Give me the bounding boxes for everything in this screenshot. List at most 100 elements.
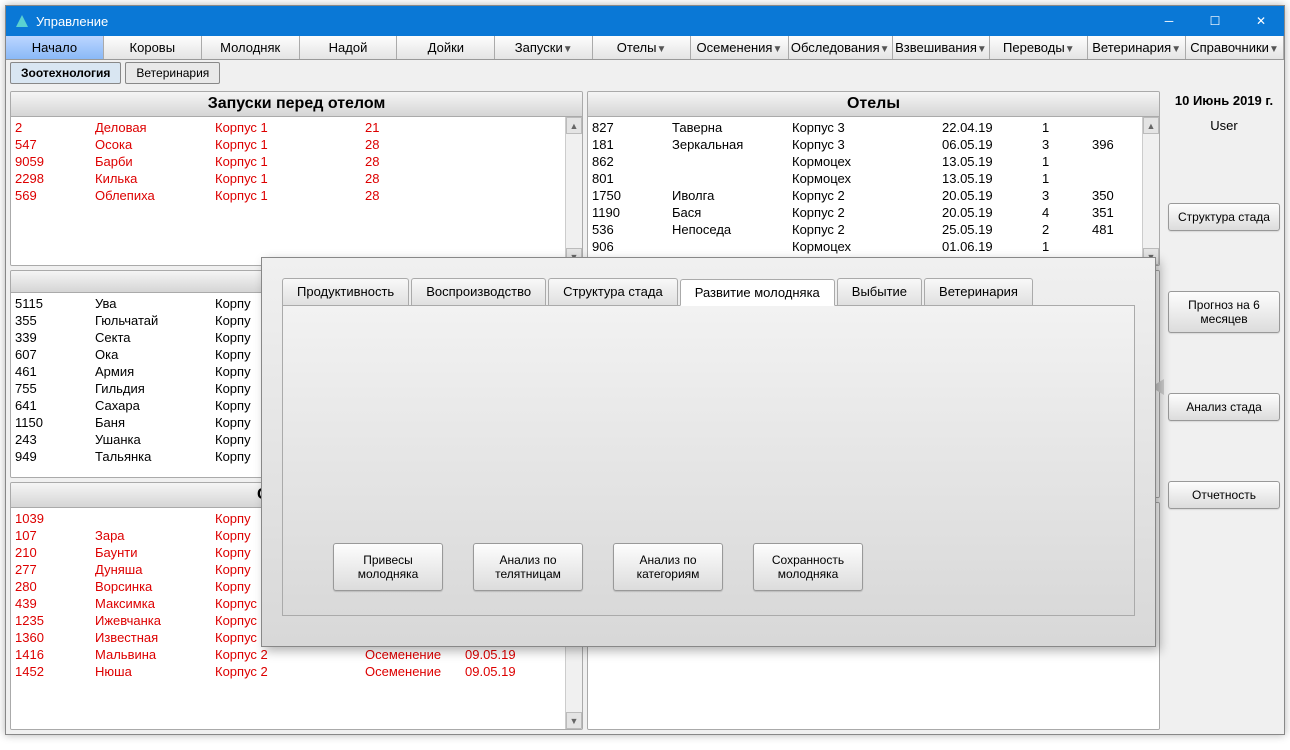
table-row[interactable]: 2298КилькаКорпус 128 <box>15 170 578 187</box>
menu-item-5[interactable]: Запуски▼ <box>495 36 593 59</box>
modal-tab-2[interactable]: Структура стада <box>548 278 678 305</box>
sub-tabs: ЗоотехнологияВетеринария <box>6 60 1284 87</box>
menu-item-0[interactable]: Начало <box>6 36 104 59</box>
cell: Ушанка <box>95 431 215 448</box>
table-row[interactable]: 569ОблепихаКорпус 128 <box>15 187 578 204</box>
cell: Дуняша <box>95 561 215 578</box>
menu-item-10[interactable]: Переводы▼ <box>990 36 1088 59</box>
sidebar-btn-1[interactable]: Прогноз на 6 месяцев <box>1168 291 1280 333</box>
scroll-up-icon[interactable]: ▲ <box>566 117 582 134</box>
cell: 2 <box>15 119 95 136</box>
maximize-button[interactable]: ☐ <box>1192 6 1238 36</box>
menu-item-12[interactable]: Справочники▼ <box>1186 36 1284 59</box>
modal-btn-3[interactable]: Сохранность молодняка <box>753 543 863 591</box>
cell: 22.04.19 <box>942 119 1042 136</box>
dropdown-arrow-icon: ▼ <box>563 44 573 55</box>
table-row[interactable]: 862Кормоцех13.05.191 <box>592 153 1155 170</box>
table-row[interactable]: 1750ИволгаКорпус 220.05.193350 <box>592 187 1155 204</box>
cell: Бася <box>672 204 792 221</box>
table-row[interactable]: 1452НюшаКорпус 2Осеменение09.05.19 <box>15 663 578 680</box>
modal-tab-4[interactable]: Выбытие <box>837 278 922 305</box>
menu-item-3[interactable]: Надой <box>300 36 398 59</box>
cell: Иволга <box>672 187 792 204</box>
content-area: Запуски перед отелом 2ДеловаяКорпус 1215… <box>6 87 1284 734</box>
cell: Барби <box>95 153 215 170</box>
cell: Деловая <box>95 119 215 136</box>
cell: 5115 <box>15 295 95 312</box>
scrollbar[interactable]: ▲ ▼ <box>565 117 582 265</box>
cell: 28 <box>365 187 465 204</box>
cell: 949 <box>15 448 95 465</box>
modal-btn-1[interactable]: Анализ по телятницам <box>473 543 583 591</box>
modal-tab-1[interactable]: Воспроизводство <box>411 278 546 305</box>
cell: 1039 <box>15 510 95 527</box>
cell: 339 <box>15 329 95 346</box>
cell: Секта <box>95 329 215 346</box>
cell: Непоседа <box>672 221 792 238</box>
modal-tabs: ПродуктивностьВоспроизводствоСтруктура с… <box>282 278 1135 306</box>
cell: Баня <box>95 414 215 431</box>
scroll-up-icon[interactable]: ▲ <box>1143 117 1159 134</box>
cell: 1150 <box>15 414 95 431</box>
cell: 09.05.19 <box>465 646 565 663</box>
modal-tab-5[interactable]: Ветеринария <box>924 278 1033 305</box>
cell: Корпус 1 <box>215 170 365 187</box>
table-row[interactable]: 2ДеловаяКорпус 121 <box>15 119 578 136</box>
minimize-button[interactable]: ─ <box>1146 6 1192 36</box>
cell: 1 <box>1042 238 1092 255</box>
panel-header: Запуски перед отелом <box>11 92 582 117</box>
table-row[interactable]: 801Кормоцех13.05.191 <box>592 170 1155 187</box>
cell: 277 <box>15 561 95 578</box>
sidebar-btn-0[interactable]: Структура стада <box>1168 203 1280 231</box>
menu-item-1[interactable]: Коровы <box>104 36 202 59</box>
cell: 01.06.19 <box>942 238 1042 255</box>
table-row[interactable]: 181ЗеркальнаяКорпус 306.05.193396 <box>592 136 1155 153</box>
modal-btn-0[interactable]: Привесы молодняка <box>333 543 443 591</box>
cell: 3 <box>1042 136 1092 153</box>
scroll-down-icon[interactable]: ▼ <box>566 712 582 729</box>
cell: Корпус 1 <box>215 153 365 170</box>
menu-item-4[interactable]: Дойки <box>397 36 495 59</box>
cell: 569 <box>15 187 95 204</box>
menu-item-6[interactable]: Отелы▼ <box>593 36 691 59</box>
scrollbar[interactable]: ▲ ▼ <box>1142 117 1159 265</box>
dropdown-arrow-icon: ▼ <box>1171 44 1181 55</box>
cell: Корпус 1 <box>215 187 365 204</box>
table-row[interactable]: 827ТавернаКорпус 322.04.191 <box>592 119 1155 136</box>
menu-item-2[interactable]: Молодняк <box>202 36 300 59</box>
table-row[interactable]: 547ОсокаКорпус 128 <box>15 136 578 153</box>
cell: 20.05.19 <box>942 187 1042 204</box>
cell: 06.05.19 <box>942 136 1042 153</box>
modal-btn-2[interactable]: Анализ по категориям <box>613 543 723 591</box>
menu-item-7[interactable]: Осеменения▼ <box>691 36 789 59</box>
modal-tab-0[interactable]: Продуктивность <box>282 278 409 305</box>
sidebar: 10 Июнь 2019 г. User Структура стадаПрог… <box>1164 87 1284 515</box>
cell: Зеркальная <box>672 136 792 153</box>
cell: Корпус 2 <box>792 221 942 238</box>
table-row[interactable]: 906Кормоцех01.06.191 <box>592 238 1155 255</box>
close-button[interactable]: ✕ <box>1238 6 1284 36</box>
menu-item-8[interactable]: Обследования▼ <box>789 36 893 59</box>
main-menu: НачалоКоровыМолоднякНадойДойкиЗапуски▼От… <box>6 36 1284 60</box>
sub-tab-0[interactable]: Зоотехнология <box>10 62 121 84</box>
cell: Ворсинка <box>95 578 215 595</box>
sub-tab-1[interactable]: Ветеринария <box>125 62 220 84</box>
sidebar-btn-3[interactable]: Отчетность <box>1168 481 1280 509</box>
cell: Корпус 2 <box>215 646 365 663</box>
dropdown-arrow-icon: ▼ <box>1269 44 1279 55</box>
cell: 21 <box>365 119 465 136</box>
cell: 547 <box>15 136 95 153</box>
menu-item-11[interactable]: Ветеринария▼ <box>1088 36 1186 59</box>
table-row[interactable]: 536НепоседаКорпус 225.05.192481 <box>592 221 1155 238</box>
menu-item-9[interactable]: Взвешивания▼ <box>893 36 991 59</box>
table-row[interactable]: 1190БасяКорпус 220.05.194351 <box>592 204 1155 221</box>
cell: Тальянка <box>95 448 215 465</box>
cell: 461 <box>15 363 95 380</box>
modal-tab-3[interactable]: Развитие молодняка <box>680 279 835 306</box>
sidebar-btn-2[interactable]: Анализ стада <box>1168 393 1280 421</box>
table-row[interactable]: 9059БарбиКорпус 128 <box>15 153 578 170</box>
cell: 1 <box>1042 170 1092 187</box>
cell: 1190 <box>592 204 672 221</box>
table-row[interactable]: 1416МальвинаКорпус 2Осеменение09.05.19 <box>15 646 578 663</box>
panel-otely: Отелы 827ТавернаКорпус 322.04.191181Зерк… <box>587 91 1160 266</box>
